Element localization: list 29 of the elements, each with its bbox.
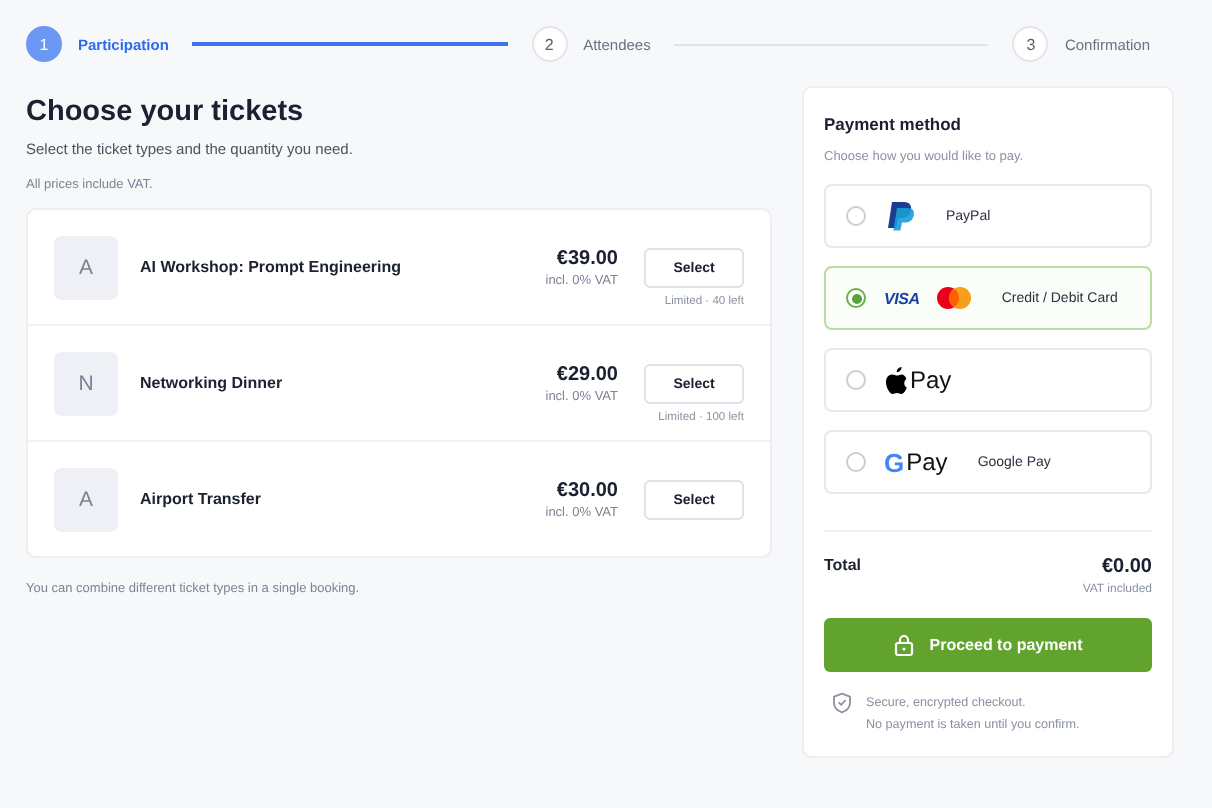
- ticket-name: Networking Dinner: [140, 374, 285, 392]
- step-number[interactable]: 3: [1012, 26, 1049, 62]
- paypal-icon: [884, 200, 916, 232]
- ticket-price: €39.00: [554, 247, 618, 269]
- ticket-name: AI Workshop: Prompt Engineering: [140, 258, 404, 276]
- payment-option[interactable]: Pay: [824, 348, 1152, 412]
- ticket-price: €29.00: [554, 363, 618, 385]
- radio-button[interactable]: [846, 370, 866, 390]
- google-logo: G: [884, 447, 905, 477]
- apple-icon: [884, 365, 908, 395]
- mastercard-icon: [935, 286, 972, 310]
- ticket-avatar: A: [54, 467, 118, 531]
- visa-logo: VISA: [884, 289, 920, 307]
- radio-button[interactable]: [846, 288, 866, 308]
- pay-logo: Pay: [906, 448, 948, 476]
- total-amount: €0.00: [1101, 556, 1152, 578]
- ticket-avatar: N: [54, 351, 118, 415]
- page-title: Choose your tickets: [26, 96, 306, 128]
- ticket-name: Airport Transfer: [140, 490, 263, 508]
- ticket-price: €30.00: [554, 479, 618, 501]
- total-label: Total: [824, 556, 862, 578]
- step-number[interactable]: 2: [531, 26, 568, 62]
- radio-button[interactable]: [846, 452, 866, 472]
- lock-icon: [893, 634, 914, 656]
- panel-title: Payment method: [824, 114, 963, 134]
- ticket-avatar: A: [54, 235, 118, 299]
- radio-button[interactable]: [846, 206, 866, 226]
- shield-icon: [832, 692, 852, 714]
- pay-logo: Pay: [910, 366, 952, 394]
